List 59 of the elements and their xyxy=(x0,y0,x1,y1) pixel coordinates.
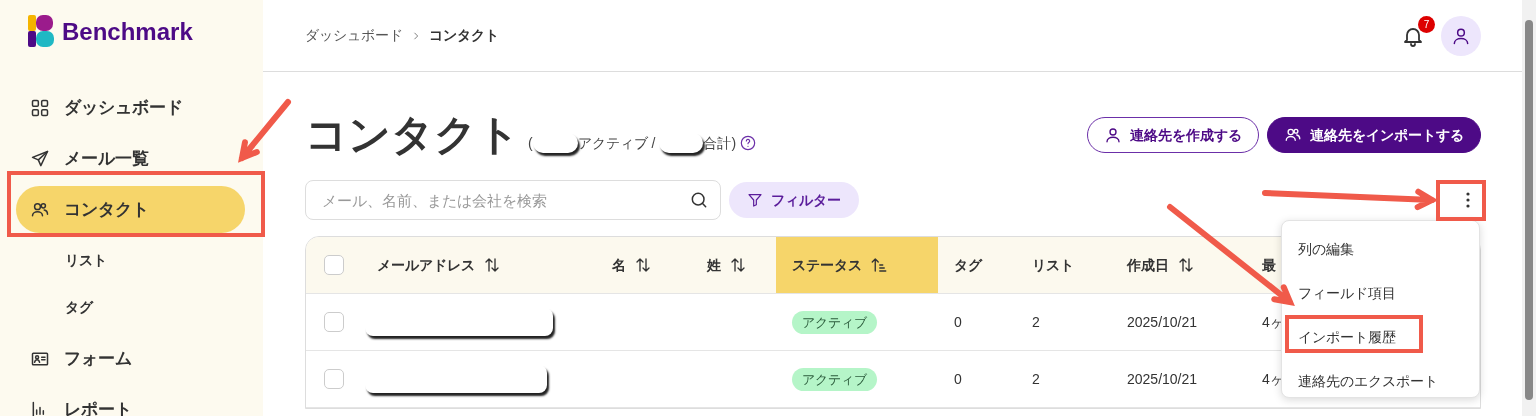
table-cell-text: 0 xyxy=(954,369,962,389)
sidebar-subitem[interactable]: リスト xyxy=(0,237,263,284)
paper-plane-icon xyxy=(30,148,50,169)
count-text: 合計) xyxy=(703,133,737,153)
sort-icon xyxy=(1177,256,1195,275)
highlight-frame xyxy=(1436,180,1486,221)
table-cell-text: 2 xyxy=(1032,312,1040,332)
menu-item[interactable]: 列の編集 xyxy=(1282,227,1479,271)
sidebar-item[interactable]: メール一覧 xyxy=(16,135,245,182)
notification-count: 7 xyxy=(1418,15,1435,33)
column-header[interactable]: ステータス xyxy=(776,237,938,294)
table-cell-text: 2 xyxy=(1032,369,1040,389)
annotation-arrow xyxy=(238,99,291,163)
sort-icon xyxy=(634,256,652,275)
grid-icon xyxy=(30,97,50,118)
sidebar-subitem[interactable]: タグ xyxy=(0,284,263,331)
column-header[interactable]: リスト xyxy=(1016,237,1111,294)
menu-item[interactable]: フィールド項目 xyxy=(1282,271,1479,315)
page-title: コンタクト xyxy=(305,110,520,160)
search-field[interactable]: メール、名前、または会社を検索 xyxy=(305,180,721,221)
sidebar-item[interactable]: コンタクト xyxy=(16,186,245,233)
column-header[interactable]: メールアドレス xyxy=(361,237,596,294)
scrollbar-thumb[interactable] xyxy=(1525,20,1533,400)
count-text: アクティブ / xyxy=(577,133,656,153)
status-tag: アクティブ xyxy=(792,310,877,335)
column-header[interactable]: タグ xyxy=(938,237,1016,294)
breadcrumb-link[interactable]: ダッシュボード xyxy=(305,25,403,46)
breadcrumb-current: コンタクト xyxy=(429,26,499,45)
create-button[interactable]: 連絡先を作成する xyxy=(1087,117,1259,154)
column-header[interactable]: 名 xyxy=(596,237,691,294)
kebab-icon xyxy=(1466,192,1470,209)
sort-icon xyxy=(729,256,747,275)
status-tag: アクティブ xyxy=(792,367,877,392)
import-button[interactable]: 連絡先をインポートする xyxy=(1267,117,1481,154)
count-text: ( xyxy=(528,133,533,153)
sort-icon xyxy=(483,256,501,275)
sidebar-item[interactable]: ダッシュボード xyxy=(16,84,245,131)
avatar-button[interactable] xyxy=(1441,15,1481,56)
sort-ascending-icon xyxy=(870,256,888,275)
chevron-icon xyxy=(411,30,421,41)
column-header[interactable]: 作成日 xyxy=(1111,237,1246,294)
logo-text[interactable]: Benchmark xyxy=(62,14,193,50)
filter-icon xyxy=(747,192,763,209)
column-header[interactable]: 姓 xyxy=(691,237,776,294)
table-cell-text: 4ヶ xyxy=(1262,312,1284,332)
table-cell-text: 0 xyxy=(954,312,962,332)
user-icon xyxy=(1104,126,1122,145)
menu-item[interactable]: インポート履歴 xyxy=(1282,315,1479,359)
table-cell-text: 4ヶ xyxy=(1262,369,1284,389)
checkbox[interactable] xyxy=(323,369,344,390)
table-cell-text: 2025/10/21 xyxy=(1127,312,1198,332)
checkbox[interactable] xyxy=(323,255,344,276)
logo-icon xyxy=(28,15,54,49)
table-cell-text: 2025/10/21 xyxy=(1127,369,1198,389)
sidebar-item[interactable]: フォーム xyxy=(16,335,245,382)
menu-item[interactable]: 連絡先のエクスポート xyxy=(1282,359,1479,403)
checkbox[interactable] xyxy=(323,312,344,333)
filter-button[interactable]: フィルター xyxy=(729,182,859,219)
help-icon xyxy=(740,135,757,152)
